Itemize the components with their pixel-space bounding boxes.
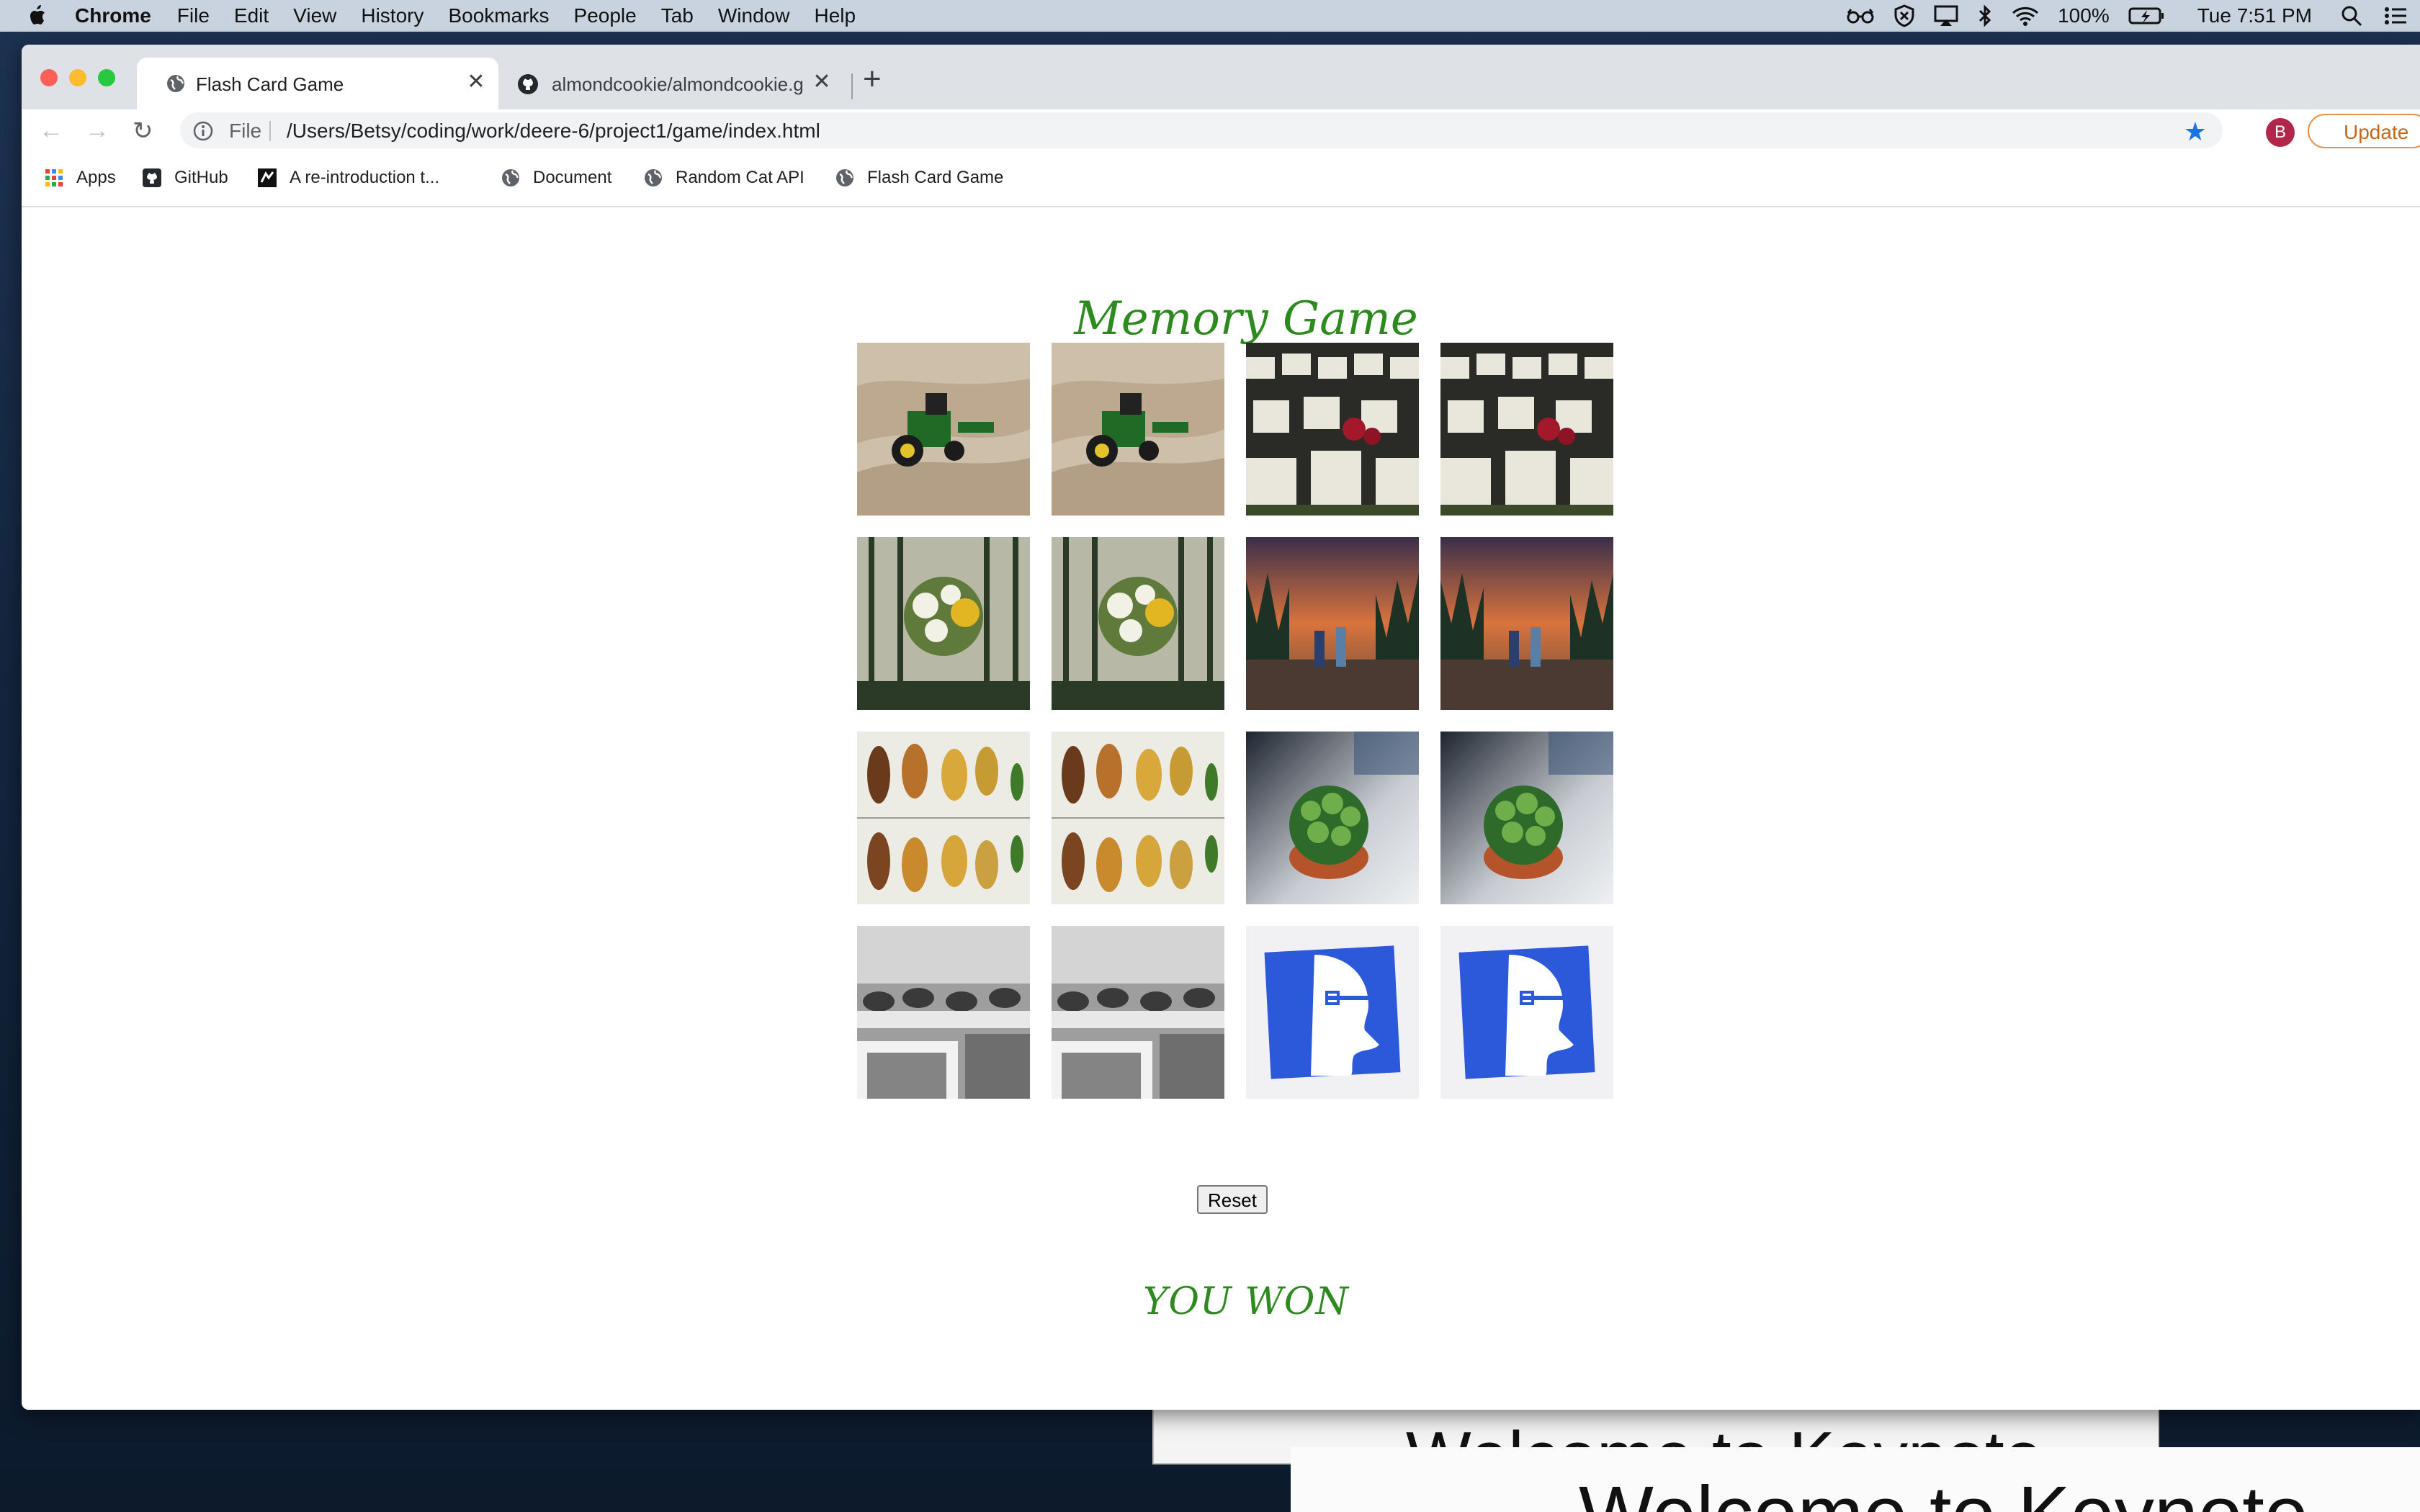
battery-percentage: 100%: [2058, 4, 2110, 27]
page-title: Memory Game: [1074, 292, 1418, 346]
menu-window[interactable]: Window: [718, 4, 790, 27]
url-divider: [269, 121, 271, 141]
menu-view[interactable]: View: [293, 4, 336, 27]
card-sunset-forest[interactable]: [1246, 537, 1419, 710]
keynote-welcome-text: Welcome to Keynote: [1579, 1469, 2308, 1512]
globe-icon: [642, 167, 664, 189]
card-succulent[interactable]: [1440, 732, 1613, 904]
page-content: Memory Game Reset YOU WON: [22, 207, 2420, 1410]
menu-history[interactable]: History: [361, 4, 424, 27]
bookmark-label: Random Cat API: [676, 168, 805, 187]
apple-icon[interactable]: [27, 4, 49, 27]
wifi-icon[interactable]: [2012, 6, 2039, 26]
bookmark-random-cat-api[interactable]: Random Cat API: [642, 167, 805, 189]
card-shoes-shelf[interactable]: [1052, 926, 1224, 1099]
bookmark-label: Flash Card Game: [867, 168, 1004, 187]
game-status-message: YOU WON: [1143, 1280, 1349, 1323]
shield-icon[interactable]: [1894, 4, 1915, 27]
card-flower-bouquet[interactable]: [1052, 537, 1224, 710]
airplay-icon[interactable]: [1934, 5, 1958, 27]
card-toy-tractor[interactable]: [857, 343, 1030, 516]
card-succulent[interactable]: [1246, 732, 1419, 904]
globe-icon: [166, 73, 186, 97]
bookmark-label: Document: [533, 168, 612, 187]
bookmark-apps[interactable]: Apps: [43, 167, 116, 189]
tab-flash-card-game[interactable]: Flash Card Game ✕: [137, 58, 498, 109]
clock[interactable]: Tue 7:51 PM: [2197, 4, 2312, 27]
close-tab-icon[interactable]: ✕: [811, 69, 833, 94]
notification-center-icon[interactable]: [2384, 6, 2407, 25]
bluetooth-icon[interactable]: [1977, 4, 1993, 27]
menu-app-name[interactable]: Chrome: [75, 4, 151, 27]
minimize-window-button[interactable]: [69, 69, 86, 86]
card-profile-card[interactable]: [1246, 926, 1419, 1099]
menu-bookmarks[interactable]: Bookmarks: [448, 4, 549, 27]
bookmark-label: Apps: [76, 168, 116, 187]
github-icon: [517, 73, 539, 99]
mdn-icon: [256, 167, 278, 189]
battery-icon[interactable]: [2128, 6, 2164, 25]
profile-avatar[interactable]: B: [2266, 118, 2295, 147]
apps-grid-icon: [43, 167, 65, 189]
update-button[interactable]: Update: [2308, 114, 2420, 148]
tab-github-almondcookie[interactable]: almondcookie/almondcookie.gi ✕: [506, 58, 844, 109]
card-candles[interactable]: [1440, 343, 1613, 516]
card-toy-tractor[interactable]: [1052, 343, 1224, 516]
back-arrow-icon[interactable]: ←: [39, 117, 63, 145]
close-tab-icon[interactable]: ✕: [465, 69, 487, 94]
tab-title: almondcookie/almondcookie.gi: [552, 73, 804, 95]
card-candles[interactable]: [1246, 343, 1419, 516]
tab-strip: Flash Card Game ✕ almondcookie/almondcoo…: [22, 45, 2420, 109]
bookmark-label: GitHub: [174, 168, 228, 187]
bookmark-star-icon[interactable]: ★: [2184, 117, 2207, 147]
card-flower-bouquet[interactable]: [857, 537, 1030, 710]
url-scheme-label: File: [229, 120, 262, 142]
card-sunset-forest[interactable]: [1440, 537, 1613, 710]
bookmark-label: A re-introduction t...: [290, 168, 440, 187]
card-shoes-shelf[interactable]: [857, 926, 1030, 1099]
bookmarks-bar: Apps GitHub A re-introduction t... Docum…: [22, 153, 2420, 207]
chrome-window: Flash Card Game ✕ almondcookie/almondcoo…: [22, 45, 2420, 1410]
macos-menu-bar: Chrome File Edit View History Bookmarks …: [0, 0, 2420, 32]
menu-tab[interactable]: Tab: [661, 4, 694, 27]
card-autumn-leaves[interactable]: [1052, 732, 1224, 904]
card-autumn-leaves[interactable]: [857, 732, 1030, 904]
menu-edit[interactable]: Edit: [234, 4, 269, 27]
bookmark-reintroduction[interactable]: A re-introduction t...: [256, 167, 439, 189]
close-window-button[interactable]: [40, 69, 58, 86]
reload-icon[interactable]: ↻: [133, 117, 153, 145]
bookmark-document[interactable]: Document: [500, 167, 611, 189]
bookmark-flash-card-game[interactable]: Flash Card Game: [834, 167, 1003, 189]
globe-icon: [834, 167, 856, 189]
info-icon[interactable]: [193, 121, 213, 145]
bookmark-github[interactable]: GitHub: [141, 167, 228, 189]
github-icon: [141, 167, 163, 189]
tab-separator: [851, 73, 853, 99]
maximize-window-button[interactable]: [98, 69, 115, 86]
new-tab-button[interactable]: +: [863, 63, 882, 95]
globe-icon: [500, 167, 521, 189]
menu-people[interactable]: People: [574, 4, 637, 27]
reset-button[interactable]: Reset: [1197, 1185, 1268, 1214]
browser-toolbar: ← → ↻ File /Users/Betsy/coding/work/deer…: [22, 109, 2420, 153]
card-profile-card[interactable]: [1440, 926, 1613, 1099]
menu-help[interactable]: Help: [814, 4, 856, 27]
url-text[interactable]: /Users/Betsy/coding/work/deere-6/project…: [287, 120, 820, 143]
keynote-window-front[interactable]: Welcome to Keynote: [1291, 1447, 2420, 1512]
forward-arrow-icon[interactable]: →: [85, 117, 109, 145]
spotlight-search-icon[interactable]: [2341, 5, 2362, 27]
tab-title: Flash Card Game: [196, 73, 344, 95]
address-bar[interactable]: File /Users/Betsy/coding/work/deere-6/pr…: [180, 112, 2223, 148]
glasses-icon[interactable]: [1846, 7, 1875, 24]
menu-file[interactable]: File: [177, 4, 210, 27]
